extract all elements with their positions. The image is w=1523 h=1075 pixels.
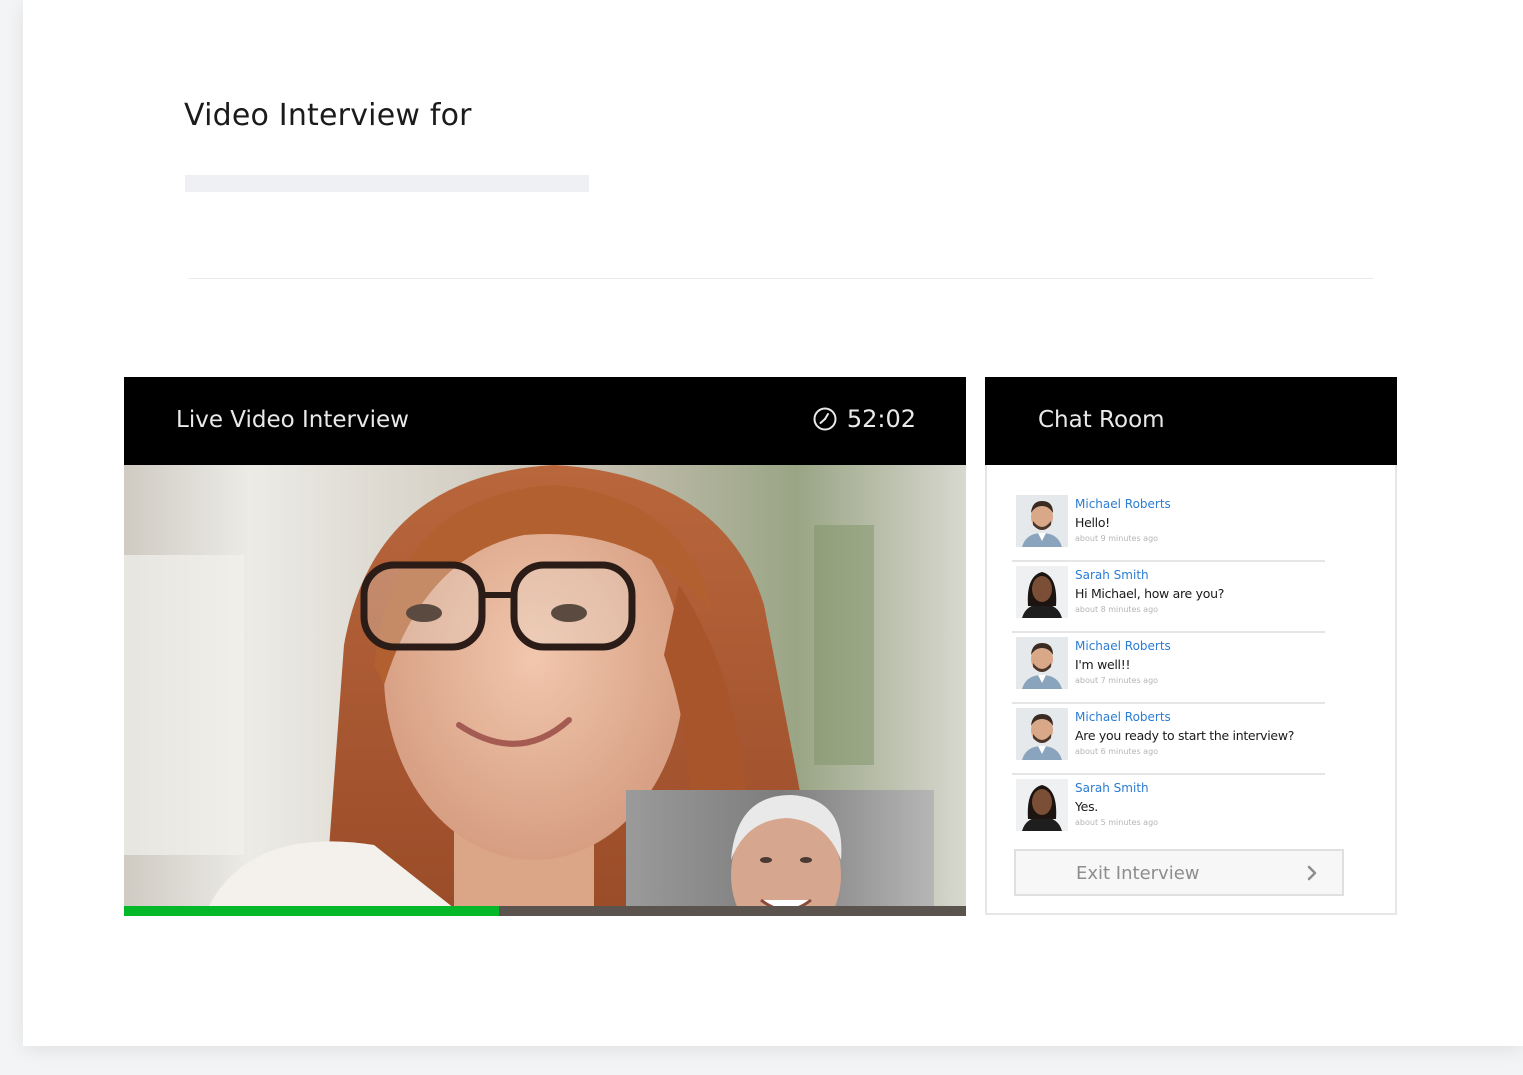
chat-sender-name[interactable]: Michael Roberts	[1075, 497, 1171, 511]
chat-sender-name[interactable]: Sarah Smith	[1075, 781, 1149, 795]
avatar	[1016, 495, 1068, 547]
chat-message: Michael Roberts Are you ready to start th…	[1012, 704, 1325, 775]
interview-progress-fill	[124, 906, 499, 916]
chat-sender-name[interactable]: Michael Roberts	[1075, 710, 1171, 724]
chevron-right-icon	[1307, 865, 1317, 881]
avatar	[1016, 779, 1068, 831]
chat-message-time: about 8 minutes ago	[1075, 605, 1159, 614]
chat-message: Sarah Smith Yes. about 5 minutes ago	[1012, 775, 1325, 846]
exit-interview-label: Exit Interview	[1076, 863, 1200, 884]
avatar	[1016, 637, 1068, 689]
chat-message-text: I'm well!!	[1075, 657, 1131, 672]
video-header: Live Video Interview 52:02	[124, 377, 966, 465]
chat-message-text: Hi Michael, how are you?	[1075, 586, 1225, 601]
chat-message-text: Yes.	[1075, 799, 1098, 814]
chat-message: Michael Roberts Hello! about 9 minutes ago	[1012, 491, 1325, 562]
interviewer-pip-video[interactable]	[626, 790, 934, 916]
chat-sender-name[interactable]: Michael Roberts	[1075, 639, 1171, 653]
avatar	[1016, 566, 1068, 618]
chat-message: Sarah Smith Hi Michael, how are you? about…	[1012, 562, 1325, 633]
page-title: Video Interview for	[184, 98, 472, 133]
video-header-title: Live Video Interview	[176, 407, 409, 433]
main-video-feed[interactable]	[124, 465, 966, 916]
interview-progress-bar	[124, 906, 966, 916]
chat-sender-name[interactable]: Sarah Smith	[1075, 568, 1149, 582]
avatar	[1016, 708, 1068, 760]
chat-header: Chat Room	[985, 377, 1397, 465]
interview-timer: 52:02	[813, 405, 916, 433]
interviewer-video-image	[626, 790, 934, 916]
exit-interview-button[interactable]: Exit Interview	[1014, 849, 1344, 896]
clock-icon	[813, 407, 837, 431]
chat-header-title: Chat Room	[1038, 407, 1165, 433]
timer-value: 52:02	[846, 405, 916, 433]
job-title-placeholder	[185, 175, 589, 192]
chat-message-time: about 5 minutes ago	[1075, 818, 1159, 827]
chat-message-text: Are you ready to start the interview?	[1075, 728, 1295, 743]
chat-message: Michael Roberts I'm well!! about 7 minutes…	[1012, 633, 1325, 704]
chat-message-text: Hello!	[1075, 515, 1110, 530]
video-panel: Live Video Interview 52:02	[124, 377, 966, 916]
chat-message-list: Michael Roberts Hello! about 9 minutes ago…	[1012, 491, 1325, 846]
chat-message-time: about 6 minutes ago	[1075, 747, 1159, 756]
chat-message-time: about 7 minutes ago	[1075, 676, 1159, 685]
chat-message-time: about 9 minutes ago	[1075, 534, 1159, 543]
divider	[188, 278, 1373, 279]
chat-panel: Chat Room Michael Roberts Hello! about 9 m…	[985, 377, 1397, 915]
